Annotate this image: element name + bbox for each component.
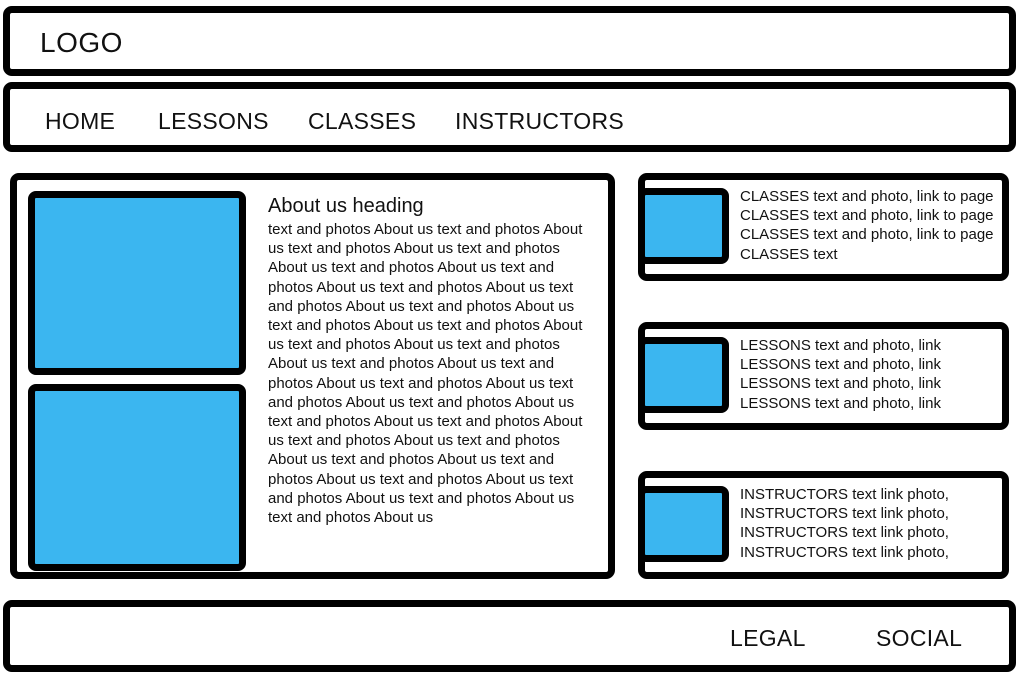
nav-item-classes[interactable]: CLASSES [308, 108, 416, 135]
lessons-card-text: LESSONS text and photo, link LESSONS tex… [740, 337, 941, 412]
lessons-card-link[interactable]: LESSONS text and photo, link LESSONS tex… [638, 322, 1009, 430]
classes-card-text: CLASSES text and photo, link to page CLA… [740, 188, 994, 263]
footer-link-legal[interactable]: LEGAL [730, 625, 806, 652]
footer: LEGAL SOCIAL [3, 600, 1016, 672]
about-body-text: text and photos About us text and photos… [268, 221, 583, 527]
about-section: About us heading text and photos About u… [10, 173, 615, 579]
footer-link-social[interactable]: SOCIAL [876, 625, 962, 652]
page: LOGO HOME LESSONS CLASSES INSTRUCTORS Ab… [0, 0, 1020, 680]
nav-item-lessons[interactable]: LESSONS [158, 108, 269, 135]
lessons-photo-placeholder [638, 337, 729, 413]
about-heading: About us heading [268, 195, 424, 217]
nav-item-home[interactable]: HOME [45, 108, 115, 135]
about-photo-placeholder [28, 384, 246, 571]
nav-item-instructors[interactable]: INSTRUCTORS [455, 108, 624, 135]
classes-photo-placeholder [638, 188, 729, 264]
logo[interactable]: LOGO [40, 27, 123, 59]
instructors-photo-placeholder [638, 486, 729, 562]
header: LOGO [3, 6, 1016, 76]
instructors-card-link[interactable]: INSTRUCTORS text link photo, INSTRUCTORS… [638, 471, 1009, 579]
about-photo-placeholder [28, 191, 246, 375]
classes-card-link[interactable]: CLASSES text and photo, link to page CLA… [638, 173, 1009, 281]
instructors-card-text: INSTRUCTORS text link photo, INSTRUCTORS… [740, 486, 949, 561]
main-nav: HOME LESSONS CLASSES INSTRUCTORS [3, 82, 1016, 152]
